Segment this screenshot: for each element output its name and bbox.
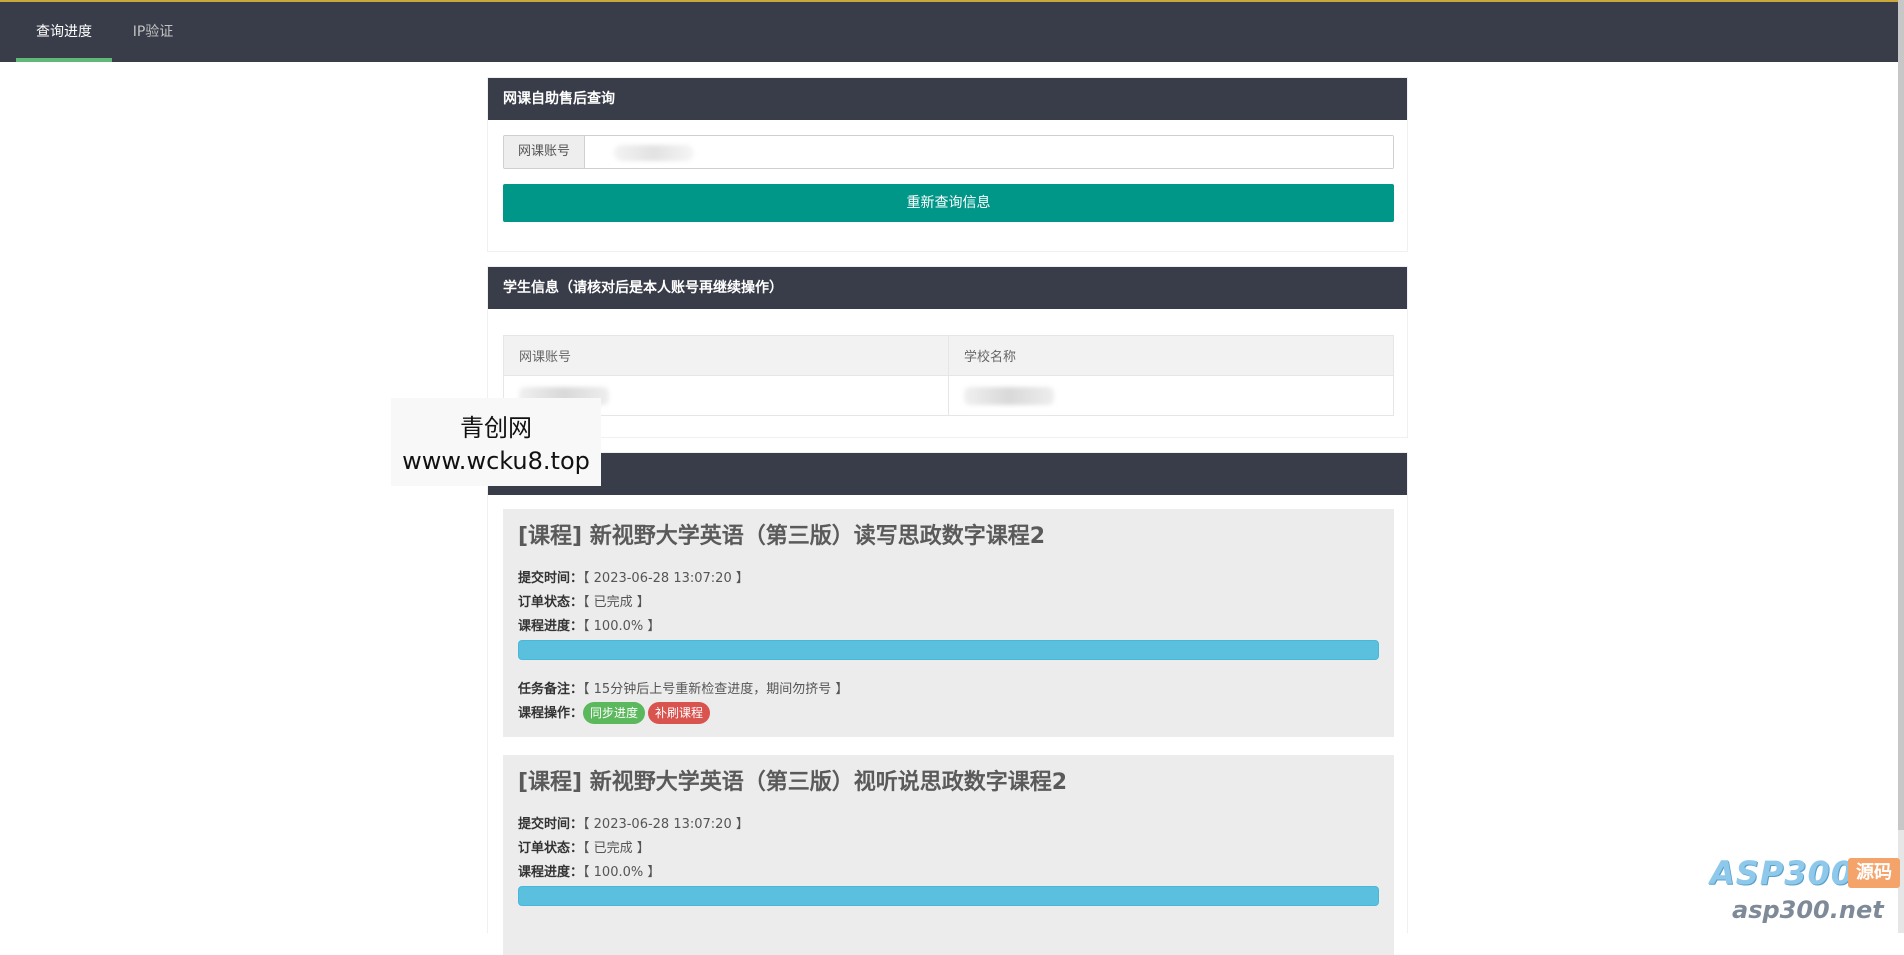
watermark-url: www.wcku8.top: [402, 447, 590, 475]
submit-time-label: 提交时间：: [518, 817, 584, 832]
tab-ip-verify[interactable]: IP验证: [118, 2, 188, 62]
task-note-value: 【 15分钟后上号重新检查进度，期间勿挤号 】: [583, 682, 849, 697]
tab-label: 查询进度: [36, 24, 92, 40]
column-header-school: 学校名称: [948, 335, 1394, 376]
vertical-scrollbar[interactable]: [1898, 0, 1904, 933]
student-info-card: 学生信息（请核对后是本人账号再继续操作） 网课账号 学校名称: [487, 266, 1408, 438]
table-header-row: 网课账号 学校名称: [503, 335, 1394, 376]
account-field-label: 网课账号: [504, 136, 585, 168]
brand-watermark-tag: 源码: [1848, 858, 1900, 888]
redacted-school: [964, 386, 1054, 405]
query-card: 网课自助售后查询 网课账号 重新查询信息: [487, 77, 1408, 252]
scrollbar-thumb[interactable]: [1898, 0, 1904, 830]
redacted-account-value: [614, 145, 694, 161]
course-card-header: [488, 453, 1407, 495]
course-item: [课程] 新视野大学英语（第三版）视听说思政数字课程2 提交时间：【 2023-…: [503, 755, 1394, 955]
course-progress-row: 课程进度：【 100.0% 】: [518, 861, 1379, 885]
tab-query-progress[interactable]: 查询进度: [16, 2, 112, 62]
order-status-label: 订单状态：: [518, 841, 584, 856]
watermark-name: 青创网: [460, 414, 532, 442]
task-note-label: 任务备注：: [518, 682, 584, 697]
account-input-group: 网课账号: [503, 135, 1394, 169]
course-progress-label: 课程进度：: [518, 865, 584, 880]
table-row: [503, 375, 1394, 416]
order-status-row: 订单状态：【 已完成 】: [518, 591, 1379, 615]
course-list-card: [课程] 新视野大学英语（第三版）读写思政数字课程2 提交时间：【 2023-0…: [487, 452, 1408, 955]
site-watermark: 青创网 www.wcku8.top: [391, 398, 601, 486]
submit-time-row: 提交时间：【 2023-06-28 13:07:20 】: [518, 567, 1379, 591]
order-status-row: 订单状态：【 已完成 】: [518, 837, 1379, 861]
top-nav-bar: 查询进度 IP验证: [0, 0, 1898, 62]
course-progress-row: 课程进度：【 100.0% 】: [518, 615, 1379, 639]
student-info-table: 网课账号 学校名称: [503, 335, 1394, 416]
course-progress-value: 【 100.0% 】: [583, 865, 661, 880]
requery-button[interactable]: 重新查询信息: [503, 184, 1394, 222]
tab-label: IP验证: [132, 24, 174, 40]
order-status-value: 【 已完成 】: [583, 595, 650, 610]
sync-progress-button[interactable]: 同步进度: [583, 702, 646, 724]
course-title: [课程] 新视野大学英语（第三版）视听说思政数字课程2: [518, 770, 1068, 795]
course-progress-value: 【 100.0% 】: [583, 619, 661, 634]
brand-watermark-url: asp300.net: [1732, 896, 1884, 924]
cell-school: [948, 375, 1394, 416]
course-ops-label: 课程操作：: [518, 706, 584, 721]
task-note-row: 任务备注：【 15分钟后上号重新检查进度，期间勿挤号 】: [518, 678, 1379, 702]
order-status-value: 【 已完成 】: [583, 841, 650, 856]
student-card-header: 学生信息（请核对后是本人账号再继续操作）: [488, 267, 1407, 309]
submit-time-label: 提交时间：: [518, 571, 584, 586]
submit-time-value: 【 2023-06-28 13:07:20 】: [583, 571, 749, 586]
submit-time-value: 【 2023-06-28 13:07:20 】: [583, 817, 749, 832]
submit-time-row: 提交时间：【 2023-06-28 13:07:20 】: [518, 813, 1379, 837]
active-tab-indicator: [16, 58, 112, 62]
brand-watermark-logo: ASP300 源码 asp300.net: [1710, 854, 1900, 932]
account-input[interactable]: [585, 136, 1393, 168]
course-ops-row: 课程操作： 同步进度 补刷课程: [518, 702, 1379, 726]
progress-bar: [518, 640, 1379, 660]
course-title: [课程] 新视野大学英语（第三版）读写思政数字课程2: [518, 524, 1046, 549]
query-card-header: 网课自助售后查询: [488, 78, 1407, 120]
course-progress-label: 课程进度：: [518, 619, 584, 634]
reflush-course-button[interactable]: 补刷课程: [648, 702, 711, 724]
progress-bar: [518, 886, 1379, 906]
course-item: [课程] 新视野大学英语（第三版）读写思政数字课程2 提交时间：【 2023-0…: [503, 509, 1394, 737]
order-status-label: 订单状态：: [518, 595, 584, 610]
column-header-account: 网课账号: [503, 335, 949, 376]
brand-watermark-main: ASP300: [1710, 854, 1855, 892]
